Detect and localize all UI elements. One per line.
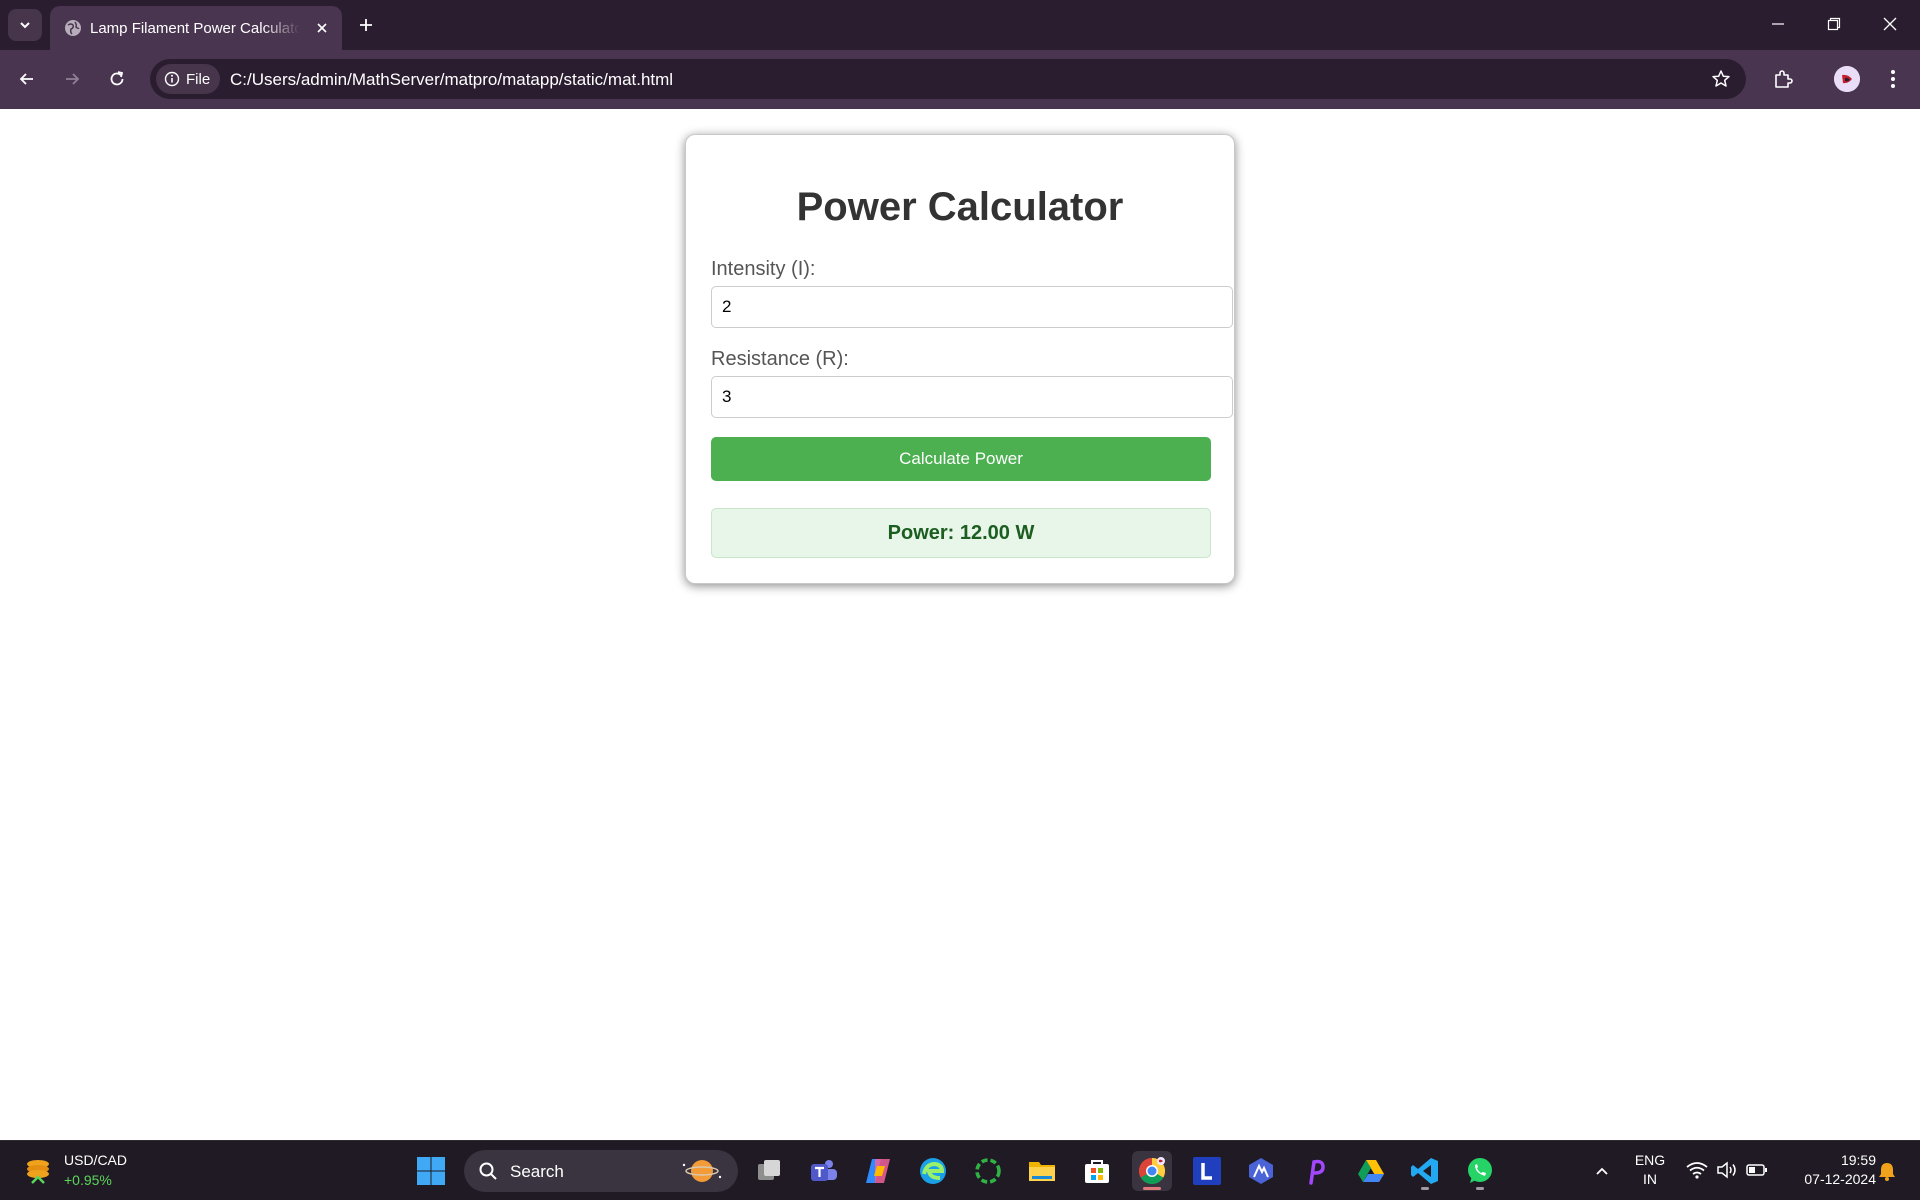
- taskbar-app-button[interactable]: [968, 1151, 1008, 1191]
- forward-button[interactable]: [55, 62, 89, 96]
- bookmark-button[interactable]: [1708, 66, 1734, 92]
- start-button[interactable]: [411, 1151, 451, 1191]
- google-drive-button[interactable]: [1351, 1151, 1391, 1191]
- browser-tab-strip: Lamp Filament Power Calculator: [0, 0, 1920, 50]
- google-drive-icon: [1358, 1160, 1384, 1182]
- page-title: Power Calculator: [796, 185, 1124, 229]
- more-vert-icon: [1891, 70, 1895, 88]
- file-explorer-icon: [1029, 1162, 1055, 1181]
- back-button[interactable]: [10, 62, 44, 96]
- wifi-icon: [1686, 1162, 1708, 1179]
- clock-date: 07-12-2024: [1804, 1171, 1876, 1187]
- search-label: Search: [510, 1162, 564, 1181]
- copilot-icon: [866, 1159, 890, 1183]
- edge-icon: [920, 1158, 946, 1184]
- reload-icon: [110, 71, 124, 86]
- widget-title: USD/CAD: [64, 1152, 128, 1168]
- taskbar-search-box[interactable]: Search: [464, 1150, 738, 1192]
- address-bar[interactable]: File C:/Users/admin/MathServer/matpro/ma…: [150, 59, 1746, 99]
- battery-icon: [1746, 1164, 1767, 1176]
- running-app-indicator: [1421, 1187, 1429, 1190]
- file-explorer-button[interactable]: [1022, 1151, 1062, 1191]
- tab-close-button[interactable]: [312, 18, 332, 38]
- show-hidden-icons-button[interactable]: [1582, 1151, 1622, 1191]
- site-info-chip[interactable]: File: [156, 64, 221, 94]
- tab-title: Lamp Filament Power Calculator: [90, 20, 300, 37]
- language-line2: IN: [1643, 1171, 1657, 1187]
- clock[interactable]: 19:59 07-12-2024: [1780, 1151, 1876, 1189]
- taskbar: USD/CAD +0.95% Search ENG IN 19:59 07-12…: [0, 1140, 1920, 1200]
- task-view-icon: [758, 1160, 780, 1180]
- active-app-indicator: [1143, 1187, 1161, 1190]
- notifications-button[interactable]: [1876, 1151, 1898, 1191]
- search-icon: [479, 1162, 497, 1180]
- vscode-icon: [1411, 1158, 1438, 1184]
- info-icon: [164, 71, 180, 87]
- close-icon: [317, 23, 327, 33]
- forward-arrow-icon: [66, 73, 80, 85]
- whatsapp-button[interactable]: [1460, 1151, 1500, 1191]
- page-viewport: Power Calculator Intensity (I): Resistan…: [0, 109, 1920, 1140]
- star-icon: [1712, 70, 1730, 87]
- back-arrow-icon: [19, 73, 33, 85]
- running-app-indicator: [1476, 1187, 1484, 1190]
- vscode-button[interactable]: [1405, 1151, 1445, 1191]
- browser-menu-button[interactable]: [1878, 62, 1908, 96]
- copilot-button[interactable]: [858, 1151, 898, 1191]
- browser-toolbar: File C:/Users/admin/MathServer/matpro/ma…: [0, 50, 1920, 109]
- taskbar-app-button[interactable]: [1241, 1151, 1281, 1191]
- currency-coins-icon: [27, 1160, 49, 1184]
- tab-search-button[interactable]: [8, 9, 42, 41]
- task-view-button[interactable]: [749, 1151, 789, 1191]
- chrome-button[interactable]: [1132, 1151, 1172, 1191]
- notification-bell-icon: [1879, 1163, 1895, 1181]
- app-icon: [1309, 1159, 1325, 1185]
- intensity-label: Intensity (I):: [711, 258, 816, 280]
- browser-tab-active[interactable]: Lamp Filament Power Calculator: [50, 6, 342, 50]
- calculate-power-button[interactable]: Calculate Power: [711, 437, 1211, 481]
- reload-button[interactable]: [100, 62, 134, 96]
- language-indicator[interactable]: ENG IN: [1628, 1151, 1672, 1189]
- close-icon: [1883, 17, 1897, 31]
- teams-button[interactable]: [804, 1151, 844, 1191]
- restore-icon: [1827, 17, 1841, 31]
- store-button[interactable]: [1077, 1151, 1117, 1191]
- taskbar-app-button[interactable]: [1296, 1151, 1336, 1191]
- restore-button[interactable]: [1806, 0, 1862, 48]
- calculator-card: Power Calculator Intensity (I): Resistan…: [685, 134, 1235, 584]
- widget-change: +0.95%: [64, 1172, 112, 1188]
- minimize-button[interactable]: [1750, 0, 1806, 48]
- app-icon: [975, 1158, 1001, 1184]
- search-highlight-icon: [682, 1160, 722, 1182]
- extensions-icon: [1775, 70, 1793, 88]
- minimize-icon: [1772, 23, 1784, 25]
- whatsapp-icon: [1468, 1158, 1492, 1183]
- start-icon: [417, 1157, 445, 1185]
- chrome-icon: [1138, 1157, 1166, 1185]
- resistance-input[interactable]: [711, 376, 1233, 418]
- profile-avatar-icon: [1834, 66, 1860, 92]
- clock-time: 19:59: [1840, 1152, 1876, 1168]
- chevron-up-icon: [1596, 1167, 1608, 1175]
- new-tab-button[interactable]: [352, 11, 380, 39]
- l-app-button[interactable]: [1187, 1151, 1227, 1191]
- language-line1: ENG: [1634, 1152, 1666, 1168]
- app-icon: [1249, 1158, 1273, 1184]
- l-app-icon: [1193, 1157, 1221, 1185]
- power-result: Power: 12.00 W: [711, 508, 1211, 558]
- volume-icon: [1717, 1161, 1736, 1179]
- teams-icon: [811, 1160, 837, 1181]
- store-icon: [1085, 1160, 1109, 1183]
- site-chip-label: File: [186, 70, 211, 88]
- chevron-down-icon: [20, 22, 30, 29]
- edge-button[interactable]: [913, 1151, 953, 1191]
- close-window-button[interactable]: [1862, 0, 1918, 48]
- plus-icon: [360, 19, 372, 31]
- extensions-button[interactable]: [1766, 62, 1800, 96]
- url-text[interactable]: C:/Users/admin/MathServer/matpro/matapp/…: [230, 70, 673, 90]
- profile-avatar[interactable]: [1834, 66, 1860, 92]
- resistance-label: Resistance (R):: [711, 348, 849, 370]
- intensity-input[interactable]: [711, 286, 1233, 328]
- globe-icon: [65, 20, 81, 36]
